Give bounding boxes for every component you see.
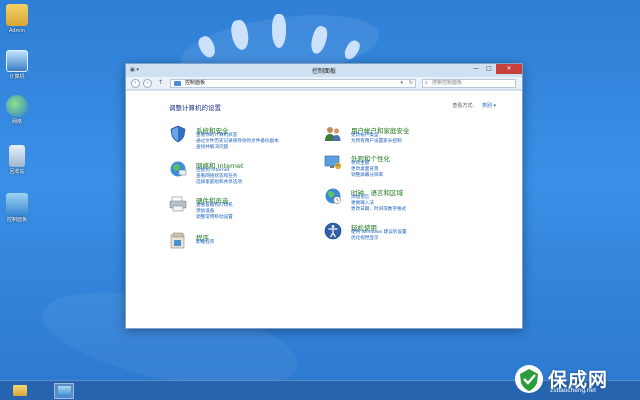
chevron-down-icon[interactable]: ▾ <box>400 80 403 87</box>
category-ease-of-access: 轻松使用 使用 Windows 建议的设置 优化视觉显示 <box>324 222 494 246</box>
accessibility-icon <box>324 222 342 240</box>
close-button[interactable]: ✕ <box>496 64 522 74</box>
category-link[interactable]: 优化视觉显示 <box>351 236 379 242</box>
category-user-accounts: 用户帐户和家庭安全 更改帐户类型 为所有用户设置家长控制 <box>324 125 494 155</box>
users-icon <box>324 125 342 143</box>
desktop-icon-label: 计算机 <box>9 74 25 80</box>
desktop-icon-label: Admin <box>9 28 25 34</box>
network-icon <box>6 95 28 117</box>
window-title: 控制面板 <box>311 68 336 75</box>
category-clock-language: 时钟、语言和区域 添加语言 更换输入法 更改日期、时间或数字格式 <box>324 187 494 217</box>
category-network: 网络和 Internet 连接到 Internet 查看网络状态和任务 选择家庭… <box>169 160 339 190</box>
address-path: 控制面板 <box>185 80 206 86</box>
wallpaper-petal <box>229 18 251 52</box>
category-system-security: 系统和安全 查看你的计算机状态 通过文件历史记录保存你的文件备份副本 查找并解决… <box>169 125 339 155</box>
search-placeholder: 搜索控制面板 <box>432 80 463 86</box>
control-panel-window: ▣ ▾ 控制面板 — □ ✕ ‹ › ↑ 控制面板 ▾ ↻ ⌕ 搜索控制面板 调… <box>125 63 523 329</box>
user-folder-icon <box>6 4 28 26</box>
desktop-icon-recycle-bin[interactable]: 回收站 <box>2 145 32 175</box>
wallpaper-petal <box>272 14 286 48</box>
category-link[interactable]: 更改日期、时间或数字格式 <box>351 207 406 213</box>
forward-button[interactable]: › <box>143 79 152 88</box>
control-panel-icon <box>57 386 71 397</box>
desktop-icon-label: 控制面板 <box>6 217 27 223</box>
desktop-icon-computer[interactable]: 计算机 <box>2 50 32 80</box>
taskbar-file-explorer[interactable] <box>10 383 30 399</box>
network-globe-icon <box>169 160 187 178</box>
watermark: 保成网 zsbaocheng.net <box>514 364 632 394</box>
refresh-icon[interactable]: ↻ <box>409 80 413 87</box>
category-link[interactable]: 查找并解决问题 <box>196 145 228 151</box>
category-link[interactable]: 卸载程序 <box>196 240 214 246</box>
view-by-select[interactable]: 类别 ▾ <box>482 102 496 109</box>
category-link[interactable]: 为所有用户设置家长控制 <box>351 139 402 145</box>
content-area: 调整计算机的设置 查看方式: 类别 ▾ 系统和安全 查看你的计算机状态 通过文件… <box>126 91 522 328</box>
desktop-icon-network[interactable]: 网络 <box>2 95 32 125</box>
up-button[interactable]: ↑ <box>158 79 163 86</box>
watermark-url: zsbaocheng.net <box>550 387 596 394</box>
search-icon: ⌕ <box>425 80 428 86</box>
shield-icon <box>169 125 187 143</box>
desktop-icon-control-panel[interactable]: 控制面板 <box>2 193 32 223</box>
wallpaper-petal <box>196 34 218 60</box>
programs-icon <box>169 232 187 250</box>
control-panel-icon <box>6 193 28 215</box>
page-title: 调整计算机的设置 <box>169 104 221 112</box>
address-field[interactable]: 控制面板 ▾ ↻ <box>170 79 416 88</box>
maximize-button[interactable]: □ <box>483 64 495 74</box>
taskbar-control-panel[interactable] <box>54 383 74 399</box>
desktop-icon-admin[interactable]: Admin <box>2 4 32 34</box>
desktop-icon-label: 网络 <box>11 119 22 125</box>
category-link[interactable]: 调整屏幕分辨率 <box>351 173 383 179</box>
wallpaper-petal <box>341 38 363 62</box>
back-button[interactable]: ‹ <box>131 79 140 88</box>
category-appearance: 外观和个性化 更改主题 更改桌面背景 调整屏幕分辨率 <box>324 153 494 183</box>
watermark-logo-icon <box>514 364 544 394</box>
category-link[interactable]: 调整常用移动设置 <box>196 215 233 221</box>
appearance-icon <box>324 153 342 171</box>
printer-icon <box>169 195 187 213</box>
minimize-button[interactable]: — <box>470 64 482 74</box>
category-programs: 程序 卸载程序 <box>169 232 339 252</box>
folder-icon <box>174 81 181 86</box>
recycle-bin-icon <box>9 145 25 167</box>
desktop-icon-label: 回收站 <box>9 169 25 175</box>
address-bar: ‹ › ↑ 控制面板 ▾ ↻ ⌕ 搜索控制面板 <box>126 77 522 90</box>
file-explorer-icon <box>13 385 27 396</box>
category-hardware-sound: 硬件和声音 查看设备和打印机 添加设备 调整常用移动设置 <box>169 195 339 225</box>
search-input[interactable]: ⌕ 搜索控制面板 <box>422 79 516 88</box>
view-by-label: 查看方式: <box>452 103 474 109</box>
category-link[interactable]: 选择家庭组和共享选项 <box>196 180 242 186</box>
computer-icon <box>6 50 28 72</box>
title-bar[interactable]: ▣ ▾ 控制面板 — □ ✕ <box>126 64 522 77</box>
clock-globe-icon <box>324 187 342 205</box>
wallpaper-petal <box>308 24 330 56</box>
